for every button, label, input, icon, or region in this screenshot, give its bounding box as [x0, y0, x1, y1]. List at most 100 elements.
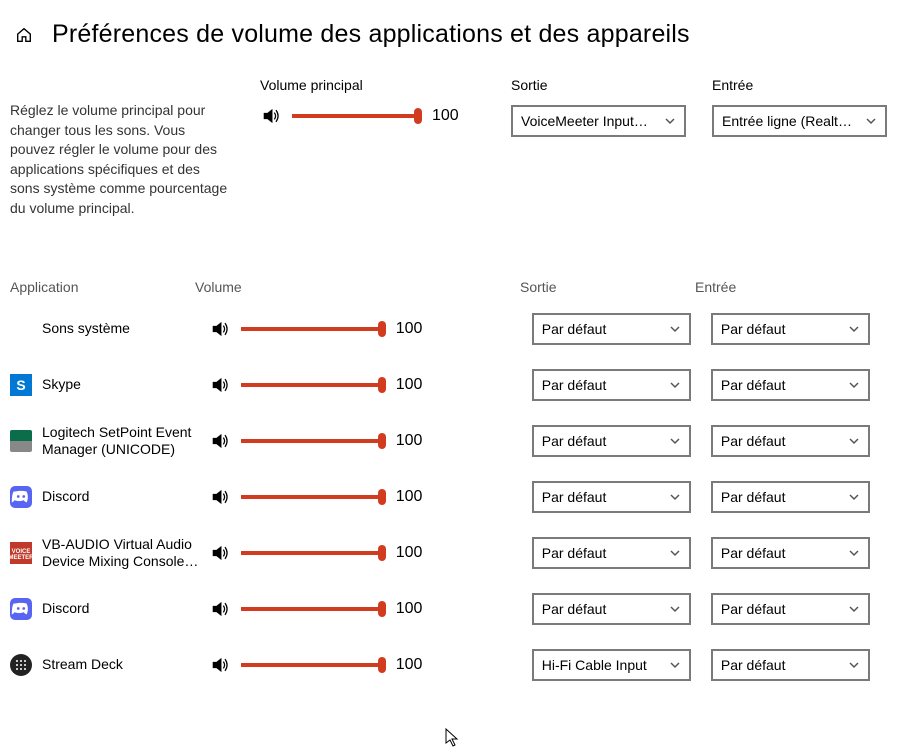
app-name-label: Logitech SetPoint Event Manager (UNICODE…	[42, 424, 207, 458]
discord-icon	[10, 486, 32, 508]
column-header-volume: Volume	[195, 279, 480, 295]
app-name-label: Sons système	[10, 320, 130, 337]
app-identity: Discord	[10, 598, 209, 620]
chevron-down-icon	[848, 491, 860, 503]
app-mute-button[interactable]	[209, 654, 231, 676]
chevron-down-icon	[848, 659, 860, 671]
chevron-down-icon	[865, 115, 877, 127]
app-output-select[interactable]: Hi-Fi Cable Input	[532, 649, 691, 681]
app-mute-button[interactable]	[209, 486, 231, 508]
app-volume-value: 100	[396, 488, 432, 506]
discord-icon	[10, 598, 32, 620]
description-text: Réglez le volume principal pour changer …	[10, 77, 230, 219]
chevron-down-icon	[669, 435, 681, 447]
app-row: Discord 100 Par défaut Par défaut	[10, 581, 890, 637]
app-name-label: Skype	[42, 376, 81, 393]
column-header-app: Application	[10, 279, 195, 295]
speaker-icon	[210, 655, 230, 675]
app-volume-value: 100	[396, 432, 432, 450]
app-volume-value: 100	[396, 600, 432, 618]
app-volume-slider[interactable]	[241, 431, 386, 451]
app-row: Discord 100 Par défaut Par défaut	[10, 469, 890, 525]
app-identity: Logitech SetPoint Event Manager (UNICODE…	[10, 424, 209, 458]
app-mute-button[interactable]	[209, 598, 231, 620]
speaker-icon	[261, 106, 281, 126]
app-mute-button[interactable]	[209, 430, 231, 452]
chevron-down-icon	[669, 603, 681, 615]
app-mute-button[interactable]	[209, 318, 231, 340]
app-input-select[interactable]: Par défaut	[711, 649, 870, 681]
app-volume-slider[interactable]	[241, 375, 386, 395]
app-volume-value: 100	[396, 320, 432, 338]
streamdeck-icon	[10, 654, 32, 676]
app-volume-slider[interactable]	[241, 655, 386, 675]
master-input-label: Entrée	[712, 77, 887, 93]
app-row: VOICEMEETER VB-AUDIO Virtual Audio Device…	[10, 525, 890, 581]
app-name-label: Stream Deck	[42, 656, 123, 673]
app-name-label: VB-AUDIO Virtual Audio Device Mixing Con…	[42, 536, 207, 570]
master-output-label: Sortie	[511, 77, 686, 93]
master-input-select[interactable]: Entrée ligne (Realt…	[712, 105, 887, 137]
chevron-down-icon	[848, 547, 860, 559]
app-input-select[interactable]: Par défaut	[711, 369, 870, 401]
column-header-input: Entrée	[695, 279, 870, 295]
chevron-down-icon	[664, 115, 676, 127]
master-volume-slider[interactable]	[292, 106, 422, 126]
speaker-icon	[210, 375, 230, 395]
app-output-select[interactable]: Par défaut	[532, 537, 691, 569]
app-volume-slider[interactable]	[241, 543, 386, 563]
app-identity: VOICEMEETER VB-AUDIO Virtual Audio Device…	[10, 536, 209, 570]
app-input-select[interactable]: Par défaut	[711, 313, 870, 345]
logitech-icon	[10, 430, 32, 452]
app-row: Logitech SetPoint Event Manager (UNICODE…	[10, 413, 890, 469]
speaker-icon	[210, 543, 230, 563]
app-input-select[interactable]: Par défaut	[711, 481, 870, 513]
speaker-icon	[210, 487, 230, 507]
page-title: Préférences de volume des applications e…	[52, 20, 690, 49]
app-volume-value: 100	[396, 656, 432, 674]
master-volume-value: 100	[432, 107, 468, 125]
app-output-select[interactable]: Par défaut	[532, 481, 691, 513]
chevron-down-icon	[848, 379, 860, 391]
app-output-select[interactable]: Par défaut	[532, 593, 691, 625]
chevron-down-icon	[669, 491, 681, 503]
app-name-label: Discord	[42, 488, 89, 505]
app-name-label: Discord	[42, 600, 89, 617]
app-identity: SSkype	[10, 374, 209, 396]
master-output-select[interactable]: VoiceMeeter Input…	[511, 105, 686, 137]
speaker-icon	[210, 431, 230, 451]
app-volume-value: 100	[396, 544, 432, 562]
app-row: Stream Deck 100 Hi-Fi Cable Input Par défau…	[10, 637, 890, 693]
speaker-icon	[210, 319, 230, 339]
app-volume-value: 100	[396, 376, 432, 394]
app-row: SSkype 100 Par défaut Par défaut	[10, 357, 890, 413]
app-output-select[interactable]: Par défaut	[532, 313, 691, 345]
app-identity: Stream Deck	[10, 654, 209, 676]
app-volume-slider[interactable]	[241, 487, 386, 507]
app-mute-button[interactable]	[209, 374, 231, 396]
speaker-icon	[210, 599, 230, 619]
app-identity: Sons système	[10, 320, 209, 337]
chevron-down-icon	[848, 603, 860, 615]
chevron-down-icon	[848, 435, 860, 447]
chevron-down-icon	[848, 323, 860, 335]
chevron-down-icon	[669, 659, 681, 671]
voicemeeter-icon: VOICEMEETER	[10, 542, 32, 564]
master-volume-label: Volume principal	[260, 77, 485, 93]
app-volume-slider[interactable]	[241, 319, 386, 339]
app-input-select[interactable]: Par défaut	[711, 425, 870, 457]
home-button[interactable]	[12, 23, 36, 47]
master-mute-button[interactable]	[260, 105, 282, 127]
app-input-select[interactable]: Par défaut	[711, 537, 870, 569]
chevron-down-icon	[669, 547, 681, 559]
app-mute-button[interactable]	[209, 542, 231, 564]
app-row: Sons système 100 Par défaut Par défaut	[10, 301, 890, 357]
app-output-select[interactable]: Par défaut	[532, 425, 691, 457]
chevron-down-icon	[669, 379, 681, 391]
app-input-select[interactable]: Par défaut	[711, 593, 870, 625]
app-identity: Discord	[10, 486, 209, 508]
home-icon	[15, 26, 33, 44]
app-output-select[interactable]: Par défaut	[532, 369, 691, 401]
app-volume-slider[interactable]	[241, 599, 386, 619]
cursor-icon	[445, 728, 461, 748]
